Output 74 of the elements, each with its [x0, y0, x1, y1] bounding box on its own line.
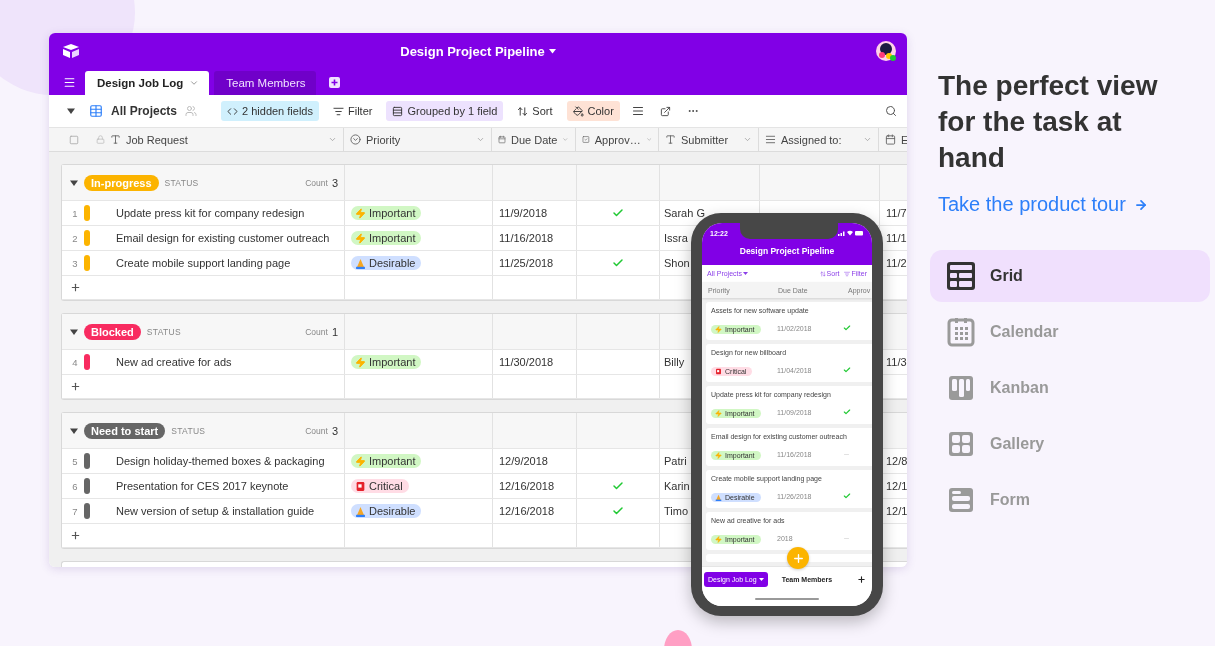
view-name[interactable]: All Projects — [111, 104, 178, 118]
column-header[interactable]: Due Date — [492, 128, 576, 151]
due-date-text: 12/16/2018 — [499, 505, 555, 517]
submitter-text: Shon — [664, 257, 690, 269]
color-button[interactable]: Color — [566, 101, 620, 121]
promo-heading: The perfect view for the task at hand — [938, 69, 1159, 175]
date-text: 12/1 — [886, 480, 907, 492]
status-label: In-progress — [84, 174, 159, 191]
row-number: 3 — [71, 257, 79, 269]
priority-tag: Important — [351, 355, 422, 369]
product-tour-link[interactable]: Take the product tour — [938, 193, 1207, 216]
submitter-text: Patri — [664, 455, 687, 467]
submitter-text: Billy — [664, 356, 685, 368]
priority-tag: Important — [351, 206, 422, 220]
priority-tag: Important — [351, 454, 422, 468]
due-date-text: 11/9/2018 — [499, 207, 548, 219]
count-value: 3 — [331, 176, 338, 189]
date-text: 12/8 — [886, 455, 907, 467]
date-text: 11/3 — [886, 356, 907, 368]
sort-button[interactable]: Sort — [511, 101, 559, 121]
job-request-text: Create mobile support landing page — [116, 257, 291, 269]
row-number: 4 — [71, 356, 79, 368]
date-text: 12/1 — [886, 505, 907, 517]
column-header[interactable]: Priority — [344, 128, 492, 151]
job-request-text: Presentation for CES 2017 keynote — [116, 480, 289, 492]
column-header[interactable]: Job Request — [49, 128, 344, 151]
date-text: 11/2 — [886, 257, 907, 269]
field-name: STATUS — [146, 326, 181, 337]
date-text: 11/1 — [886, 232, 907, 244]
phone-title: Design Project Pipeline — [738, 246, 836, 256]
priority-tag: Critical — [351, 479, 409, 493]
count-label: Count — [305, 177, 328, 188]
submitter-text: Karin — [664, 480, 690, 492]
field-name: STATUS — [171, 425, 206, 436]
column-header[interactable]: Submitter — [659, 128, 759, 151]
filter-button[interactable]: Filter — [327, 101, 379, 121]
job-request-text: Design holiday-themed boxes & packaging — [116, 455, 325, 467]
status-label: Need to start — [84, 422, 166, 439]
status-label: Blocked — [84, 323, 141, 340]
field-name: STATUS — [164, 177, 199, 188]
row-number: 6 — [71, 480, 79, 492]
group-button[interactable]: Grouped by 1 field — [386, 101, 504, 121]
due-date-text: 12/16/2018 — [499, 480, 555, 492]
due-date-text: 11/30/2018 — [499, 356, 554, 368]
submitter-text: Issra — [664, 232, 688, 244]
column-header[interactable]: Approv… — [576, 128, 659, 151]
due-date-text: 12/9/2018 — [499, 455, 548, 467]
count-value: 3 — [331, 424, 338, 437]
job-request-text: Update press kit for company redesign — [116, 207, 305, 219]
table-tab[interactable]: Design Job Log — [85, 71, 210, 95]
count-value: 1 — [331, 325, 338, 338]
submitter-text: Sarah G — [664, 207, 705, 219]
due-date-text: 11/25/2018 — [499, 257, 554, 269]
count-label: Count — [305, 326, 328, 337]
count-label: Count — [305, 425, 328, 436]
base-title[interactable]: Design Project Pipeline — [400, 43, 545, 59]
priority-tag: Important — [351, 231, 422, 245]
table-tab[interactable]: Team Members — [214, 71, 316, 95]
date-text: 11/7 — [886, 207, 907, 219]
view-option[interactable]: Grid — [930, 250, 1210, 302]
row-number: 2 — [71, 232, 79, 244]
row-number: 7 — [71, 505, 79, 517]
submitter-text: Timo — [664, 505, 689, 517]
column-header[interactable]: E — [879, 128, 907, 151]
row-number: 5 — [71, 455, 79, 467]
row-number: 1 — [71, 207, 79, 219]
due-date-text: 11/16/2018 — [499, 232, 554, 244]
priority-tag: Desirable — [351, 504, 422, 518]
job-request-text: New version of setup & installation guide — [116, 505, 315, 517]
job-request-text: New ad creative for ads — [116, 356, 232, 368]
column-header[interactable]: Assigned to: — [759, 128, 879, 151]
hidden-fields-button[interactable]: 2 hidden fields — [221, 101, 319, 121]
priority-tag: Desirable — [351, 256, 422, 270]
job-request-text: Email design for existing customer outreach — [116, 232, 330, 244]
